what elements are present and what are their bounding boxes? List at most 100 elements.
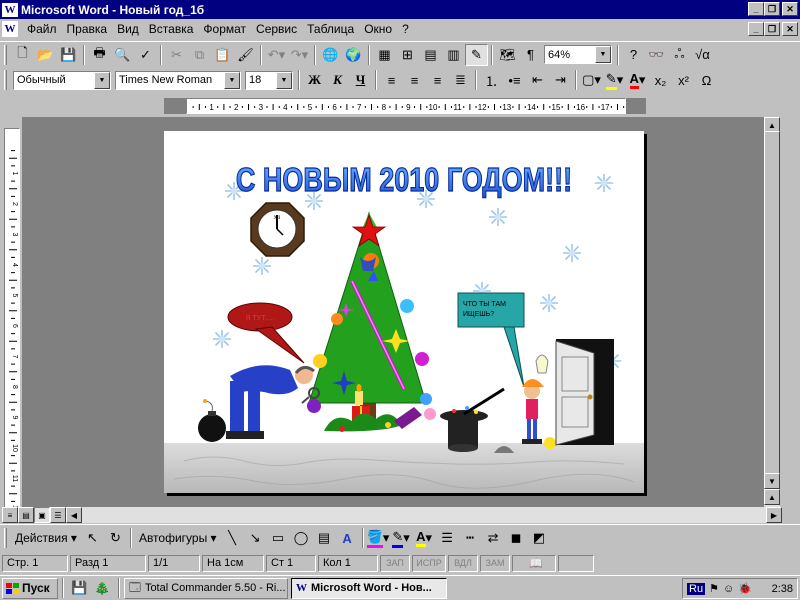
copy-icon[interactable]: ⧉ <box>188 44 211 66</box>
new-year-drawing[interactable]: С НОВЫМ 2010 ГОДОМ!!! XII Я ТУТ..... ЧТО… <box>164 131 644 493</box>
previous-page-icon[interactable]: ▲ <box>764 489 780 505</box>
redo-icon[interactable]: ↷▾ <box>288 44 311 66</box>
chevron-down-icon[interactable]: ▼ <box>276 71 292 89</box>
horizontal-ruler[interactable]: 1 2 3 4 5 6 7 8 9 10 11 12 13 14 15 16 17 <box>186 98 626 114</box>
select-objects-arrow-icon[interactable]: ↖ <box>81 527 104 549</box>
help-icon[interactable]: ? <box>622 44 645 66</box>
wordart-icon[interactable]: A <box>336 527 359 549</box>
document-page[interactable]: С НОВЫМ 2010 ГОДОМ!!! XII Я ТУТ..... ЧТО… <box>164 131 644 493</box>
minimize-button[interactable]: _ <box>748 2 764 16</box>
oval-tool-icon[interactable]: ◯ <box>290 527 313 549</box>
chevron-down-icon[interactable]: ▼ <box>94 71 110 89</box>
cut-icon[interactable]: ✂ <box>165 44 188 66</box>
menu-view[interactable]: Вид <box>112 22 144 36</box>
new-document-icon[interactable]: 🗋 <box>11 44 34 66</box>
doc-minimize-button[interactable]: _ <box>748 22 764 36</box>
rectangle-tool-icon[interactable]: ▭ <box>267 527 290 549</box>
align-left-icon[interactable]: ≡ <box>380 69 403 91</box>
text-box-icon[interactable]: ▤ <box>313 527 336 549</box>
title-bar[interactable]: W Microsoft Word - Новый год_1б _ ❐ ✕ <box>0 0 800 19</box>
bold-button[interactable]: Ж <box>303 69 326 91</box>
status-ovr[interactable]: ЗАМ <box>480 554 510 572</box>
shadow-icon[interactable]: ◼ <box>505 527 528 549</box>
chevron-down-icon[interactable]: ▼ <box>224 71 240 89</box>
tray-flag-icon[interactable]: ⚑ <box>709 582 719 595</box>
font-select[interactable]: Times New Roman ▼ <box>115 70 241 90</box>
status-rec[interactable]: ЗАП <box>380 554 410 572</box>
start-button[interactable]: Пуск <box>2 577 58 599</box>
menu-insert[interactable]: Вставка <box>144 22 199 36</box>
arrow-tool-icon[interactable]: ↘ <box>244 527 267 549</box>
3d-icon[interactable]: ◩ <box>528 527 551 549</box>
underline-button[interactable]: Ч <box>349 69 372 91</box>
quicklaunch-tree-icon[interactable]: 🎄 <box>91 577 114 599</box>
print-icon[interactable]: 🖶 <box>88 44 111 66</box>
close-button[interactable]: ✕ <box>782 2 798 16</box>
toolbar-grip[interactable] <box>4 70 7 90</box>
tray-bug-icon[interactable]: 🐞 <box>738 582 752 595</box>
menu-edit[interactable]: Правка <box>62 22 113 36</box>
status-ext[interactable]: ВДЛ <box>448 554 478 572</box>
spelling-status-icon[interactable]: 📖 <box>512 554 556 572</box>
insert-table-icon[interactable]: ⊞ <box>396 44 419 66</box>
open-folder-icon[interactable]: 📂 <box>34 44 57 66</box>
omega-symbol-icon[interactable]: Ω <box>695 69 718 91</box>
justify-icon[interactable]: ≣ <box>449 69 472 91</box>
doc-restore-button[interactable]: ❐ <box>764 22 780 36</box>
bulleted-list-icon[interactable]: •≡ <box>503 69 526 91</box>
font-color-icon[interactable]: A ▾ <box>626 69 649 91</box>
normal-view-icon[interactable]: ≡ <box>2 507 18 523</box>
scroll-thumb[interactable] <box>764 131 780 487</box>
outline-view-icon[interactable]: ☰ <box>50 507 66 523</box>
chevron-down-icon[interactable]: ▼ <box>595 46 611 63</box>
equation-icon[interactable]: √α <box>691 44 714 66</box>
italic-button[interactable]: К <box>326 69 349 91</box>
word-app-icon[interactable]: W <box>2 2 18 17</box>
subscript-icon[interactable]: x₂ <box>649 69 672 91</box>
draw-font-color-icon[interactable]: A ▾ <box>413 527 436 549</box>
web-layout-view-icon[interactable]: ▤ <box>18 507 34 523</box>
columns-icon[interactable]: ▥ <box>442 44 465 66</box>
vertical-ruler[interactable]: 123456789101112 <box>4 128 20 513</box>
undo-icon[interactable]: ↶▾ <box>265 44 288 66</box>
dash-style-icon[interactable]: ┅ <box>459 527 482 549</box>
line-tool-icon[interactable]: ╲ <box>221 527 244 549</box>
taskbar-item-word[interactable]: W Microsoft Word - Нов... <box>291 577 447 599</box>
format-painter-icon[interactable]: 🖌 <box>234 44 257 66</box>
align-center-icon[interactable]: ≡ <box>403 69 426 91</box>
free-rotate-icon[interactable]: ↻ <box>104 527 127 549</box>
vertical-scrollbar[interactable]: ▲ ▼ ▲ <box>764 117 780 507</box>
tables-borders-icon[interactable]: ▦ <box>373 44 396 66</box>
horizontal-scroll-track[interactable] <box>82 507 766 523</box>
document-area[interactable]: С НОВЫМ 2010 ГОДОМ!!! XII Я ТУТ..... ЧТО… <box>22 117 764 507</box>
language-indicator[interactable]: Ru <box>687 582 706 595</box>
print-preview-icon[interactable]: 🔍 <box>111 44 134 66</box>
borders-icon[interactable]: ▢▾ <box>580 69 603 91</box>
scroll-right-arrow-icon[interactable]: ▶ <box>766 507 782 523</box>
status-trk[interactable]: ИСПР <box>412 554 446 572</box>
autoshapes-menu-button[interactable]: Автофигуры ▾ <box>135 527 221 549</box>
zoom-select[interactable]: 64% ▼ <box>544 45 612 64</box>
toolbar-grip[interactable] <box>4 44 7 65</box>
align-right-icon[interactable]: ≡ <box>426 69 449 91</box>
style-select[interactable]: Обычный ▼ <box>13 70 111 90</box>
highlight-icon[interactable]: ✎ ▾ <box>603 69 626 91</box>
document-map-icon[interactable]: 🗺 <box>496 44 519 66</box>
paste-icon[interactable]: 📋 <box>211 44 234 66</box>
menu-tools[interactable]: Сервис <box>251 22 302 36</box>
drawing-icon[interactable]: ✎ <box>465 43 488 66</box>
show-hide-paragraph-icon[interactable]: ¶ <box>519 44 542 66</box>
line-color-icon[interactable]: ✎ ▾ <box>390 527 413 549</box>
increase-indent-icon[interactable]: ⇥ <box>549 69 572 91</box>
numbered-list-icon[interactable]: ⒈ <box>480 69 503 91</box>
decrease-indent-icon[interactable]: ⇤ <box>526 69 549 91</box>
menu-file[interactable]: Файл <box>22 22 62 36</box>
actions-menu-button[interactable]: Действия ▾ <box>11 527 81 549</box>
restore-button[interactable]: ❐ <box>764 2 780 16</box>
web-toolbar-icon[interactable]: 🌍 <box>342 44 365 66</box>
scroll-down-arrow-icon[interactable]: ▼ <box>764 473 780 489</box>
line-style-icon[interactable]: ☰ <box>436 527 459 549</box>
fill-color-icon[interactable]: 🪣 ▾ <box>366 527 390 549</box>
menu-help[interactable]: ? <box>397 22 414 36</box>
menu-window[interactable]: Окно <box>359 22 397 36</box>
